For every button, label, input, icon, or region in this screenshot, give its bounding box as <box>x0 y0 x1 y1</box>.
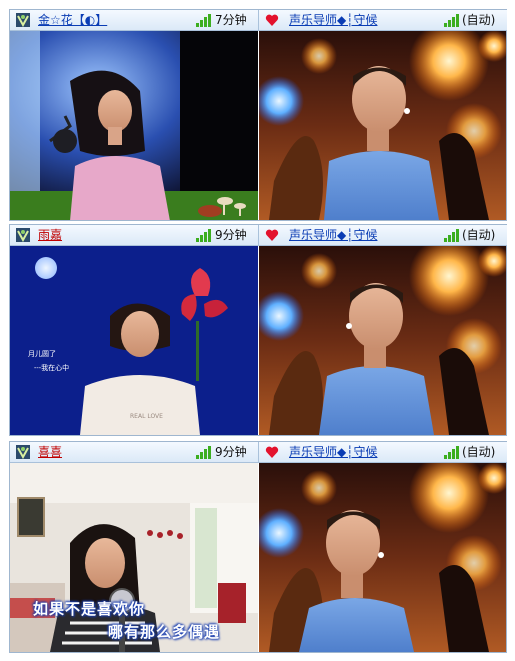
video-pair-panel-1: 金☆花【◐】 7分钟 声乐导师◆┆守候 (自动) <box>9 9 507 221</box>
right-video-header: 声乐导师◆┆守候 (自动) <box>258 442 507 463</box>
left-video-header: 喜喜 9分钟 <box>10 442 258 463</box>
tutor-video-frame <box>259 246 506 435</box>
poem-line-1: 月儿圆了 <box>28 350 56 358</box>
signal-bars-icon <box>444 14 459 27</box>
lyric-caption-line-2: 哪有那么多偶遇 <box>108 623 221 641</box>
online-duration: 9分钟 <box>215 228 247 242</box>
left-video-feed: REAL LOVE 月儿圆了 ---我在心中 <box>10 246 258 435</box>
svg-text:REAL LOVE: REAL LOVE <box>130 413 163 420</box>
online-duration: 7分钟 <box>215 13 247 27</box>
user-name-link[interactable]: 声乐导师◆┆守候 <box>289 225 377 245</box>
online-duration: 9分钟 <box>215 445 247 459</box>
mic-mode-status: (自动) <box>462 445 496 459</box>
user-name-link[interactable]: 声乐导师◆┆守候 <box>289 10 377 30</box>
v-logo-icon <box>16 445 30 459</box>
right-video-header: 声乐导师◆┆守候 (自动) <box>258 10 507 31</box>
tutor-video-frame <box>259 463 506 652</box>
right-video-feed <box>259 463 506 652</box>
singer-video-frame: REAL LOVE <box>10 246 258 435</box>
mic-mode-status: (自动) <box>462 228 496 242</box>
right-video-feed <box>259 246 506 435</box>
right-video-feed <box>259 31 506 220</box>
v-logo-icon <box>16 13 30 27</box>
right-video-header: 声乐导师◆┆守候 (自动) <box>258 225 507 246</box>
signal-bars-icon <box>444 229 459 242</box>
poem-line-2: ---我在心中 <box>34 364 70 372</box>
user-name-link[interactable]: 雨嘉 <box>38 225 62 245</box>
singer-video-frame <box>10 31 258 220</box>
mic-mode-status: (自动) <box>462 13 496 27</box>
heart-icon <box>265 14 279 26</box>
heart-icon <box>265 229 279 241</box>
left-video-header: 雨嘉 9分钟 <box>10 225 258 246</box>
tutor-video-frame <box>259 31 506 220</box>
signal-bars-icon <box>196 229 211 242</box>
video-pair-panel-2: 雨嘉 9分钟 声乐导师◆┆守候 (自动) REAL LOVE 月儿圆了 ---我… <box>9 224 507 436</box>
heart-icon <box>265 446 279 458</box>
user-name-link[interactable]: 喜喜 <box>38 442 62 462</box>
video-pair-panel-3: 喜喜 9分钟 声乐导师◆┆守候 (自动) 如果不是喜欢你 哪有那么多偶遇 <box>9 441 507 653</box>
user-name-link[interactable]: 金☆花【◐】 <box>38 10 107 30</box>
lyric-caption-line-1: 如果不是喜欢你 <box>33 600 146 618</box>
user-name-link[interactable]: 声乐导师◆┆守候 <box>289 442 377 462</box>
v-logo-icon <box>16 228 30 242</box>
left-video-feed <box>10 31 258 220</box>
left-video-feed: 如果不是喜欢你 哪有那么多偶遇 <box>10 463 258 652</box>
signal-bars-icon <box>196 14 211 27</box>
signal-bars-icon <box>196 446 211 459</box>
left-video-header: 金☆花【◐】 7分钟 <box>10 10 258 31</box>
signal-bars-icon <box>444 446 459 459</box>
